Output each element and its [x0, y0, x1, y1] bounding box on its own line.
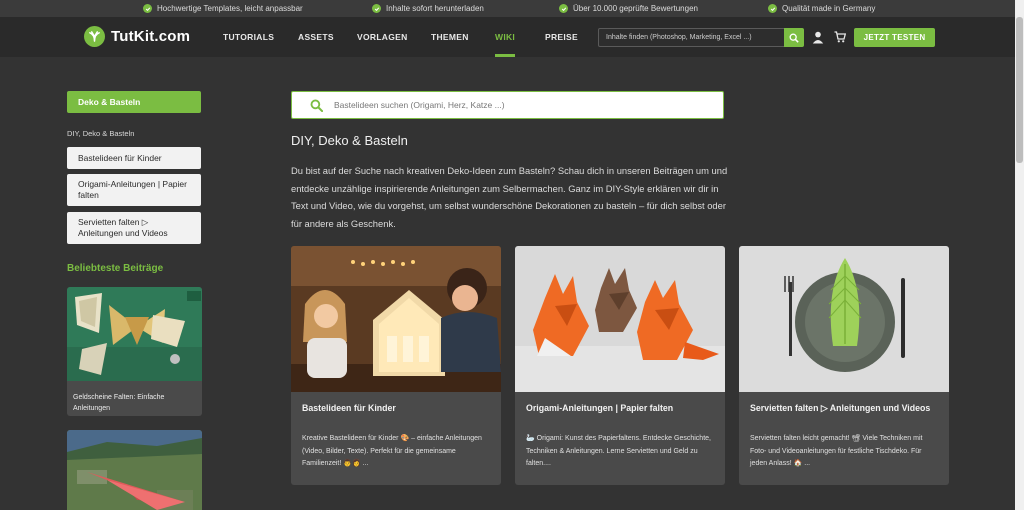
logo[interactable]: TutKit.com — [84, 26, 190, 47]
post-image-paper-plane — [67, 430, 202, 510]
sidebar-link-origami[interactable]: Origami-Anleitungen | Papier falten — [67, 174, 201, 206]
sidebar-link-label: Bastelideen für Kinder — [78, 152, 162, 163]
search-icon — [310, 99, 323, 112]
card-description: Servietten falten leicht gemacht! 📽 Viel… — [750, 435, 923, 467]
popular-post-card[interactable]: Geldscheine Falten: Einfache Anleitungen — [67, 287, 202, 416]
usp-text: Über 10.000 geprüfte Bewertungen — [573, 4, 698, 13]
sidebar-link-label: Servietten falten ▷ Anleitungen und Vide… — [78, 217, 168, 238]
site-header: TutKit.com TUTORIALS ASSETS VORLAGEN THE… — [0, 17, 1015, 57]
nav-wiki[interactable]: WIKI — [495, 17, 516, 57]
header-search-button[interactable] — [784, 28, 804, 47]
nav-tutorials[interactable]: TUTORIALS — [223, 17, 274, 57]
card-title: Servietten falten ▷ Anleitungen und Vide… — [750, 403, 931, 413]
usp-text: Qualität made in Germany — [782, 4, 876, 13]
card-image-origami-foxes — [515, 246, 725, 392]
post-image-money-folding — [67, 287, 202, 381]
usp-item: Über 10.000 geprüfte Bewertungen — [559, 0, 698, 17]
article-card[interactable]: Servietten falten ▷ Anleitungen und Vide… — [739, 246, 949, 485]
search-icon — [789, 33, 799, 43]
article-card[interactable]: Bastelideen für Kinder Kreative Bastelid… — [291, 246, 501, 485]
cart-icon[interactable] — [834, 31, 846, 43]
usp-item: Hochwertige Templates, leicht anpassbar — [143, 0, 303, 17]
sidebar-subheading: DIY, Deko & Basteln — [67, 129, 135, 138]
check-icon — [559, 4, 568, 13]
scrollbar-thumb[interactable] — [1016, 17, 1023, 163]
sidebar-link-label: Origami-Anleitungen | Papier falten — [78, 179, 187, 200]
usp-bar: Hochwertige Templates, leicht anpassbar … — [0, 0, 1015, 17]
card-image-kids-crafts — [291, 246, 501, 392]
usp-text: Inhalte sofort herunterladen — [386, 4, 484, 13]
header-search-input[interactable]: Inhalte finden (Photoshop, Marketing, Ex… — [598, 28, 786, 47]
usp-text: Hochwertige Templates, leicht anpassbar — [157, 4, 303, 13]
popular-post-title: Geldscheine Falten: Einfache Anleitungen — [73, 394, 165, 412]
sidebar-link-servietten[interactable]: Servietten falten ▷ Anleitungen und Vide… — [67, 212, 201, 244]
nav-vorlagen[interactable]: VORLAGEN — [357, 17, 408, 57]
card-image-napkin-folding — [739, 246, 949, 392]
main-search-placeholder: Bastelideen suchen (Origami, Herz, Katze… — [334, 100, 505, 110]
card-description: Kreative Bastelideen für Kinder 🎨 – einf… — [302, 435, 482, 467]
intro-text: Du bist auf der Suche nach kreativen Dek… — [291, 165, 728, 229]
sidebar-category-active[interactable]: Deko & Basteln — [67, 91, 201, 113]
nav-preise[interactable]: PREISE — [545, 17, 578, 57]
page-title: DIY, Deko & Basteln — [291, 133, 408, 148]
nav-assets[interactable]: ASSETS — [298, 17, 334, 57]
main-search-input[interactable]: Bastelideen suchen (Origami, Herz, Katze… — [291, 91, 724, 119]
card-title: Origami-Anleitungen | Papier falten — [526, 403, 674, 413]
user-icon[interactable] — [812, 31, 824, 44]
sidebar-link-bastelideen[interactable]: Bastelideen für Kinder — [67, 147, 201, 169]
scrollbar[interactable] — [1015, 0, 1024, 510]
logo-icon — [84, 26, 105, 47]
cta-button[interactable]: JETZT TESTEN — [854, 28, 935, 47]
nav-themen[interactable]: THEMEN — [431, 17, 469, 57]
usp-item: Inhalte sofort herunterladen — [372, 0, 484, 17]
card-description: 🦢 Origami: Kunst des Papierfaltens. Entd… — [526, 435, 711, 467]
check-icon — [768, 4, 777, 13]
popular-post-card[interactable] — [67, 430, 202, 510]
check-icon — [143, 4, 152, 13]
card-title: Bastelideen für Kinder — [302, 403, 396, 413]
check-icon — [372, 4, 381, 13]
popular-heading: Beliebteste Beiträge — [67, 263, 164, 274]
article-card[interactable]: Origami-Anleitungen | Papier falten 🦢 Or… — [515, 246, 725, 485]
usp-item: Qualität made in Germany — [768, 0, 875, 17]
logo-text: TutKit.com — [111, 28, 191, 45]
